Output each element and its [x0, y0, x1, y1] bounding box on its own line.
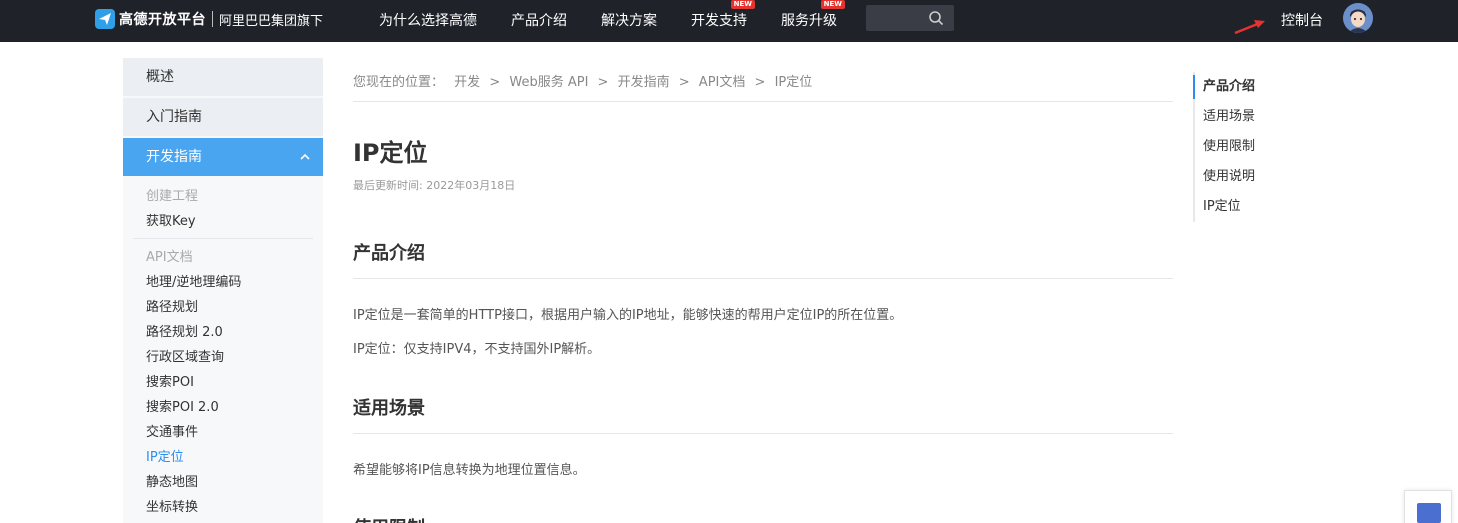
sidebar-group-title-api-docs: API文档: [146, 250, 193, 265]
divider: [353, 433, 1173, 434]
breadcrumb-prefix: 您现在的位置：: [353, 75, 445, 90]
sidebar-subitem-search-poi-2[interactable]: 搜索POI 2.0: [123, 395, 323, 420]
sidebar-subitem-get-key[interactable]: 获取Key: [123, 209, 323, 234]
sidebar-item-label: 开发指南: [146, 149, 202, 165]
section-heading-product-intro: 产品介绍: [353, 243, 425, 264]
nav-dev-support[interactable]: 开发支持 NEW: [691, 0, 755, 30]
chevron-up-icon[interactable]: [299, 151, 311, 163]
sidebar-subitem-district-search[interactable]: 行政区域查询: [123, 345, 323, 370]
toc-item-product-intro[interactable]: 产品介绍: [1193, 72, 1313, 102]
paragraph: IP定位是一套简单的HTTP接口，根据用户输入的IP地址，能够快速的帮用户定位I…: [353, 308, 903, 323]
sidebar-item-overview[interactable]: 概述: [123, 58, 323, 96]
left-sidebar: 概述 入门指南 开发指南 创建工程 获取Key API文档 地理/逆地理编码 路…: [123, 58, 323, 523]
search-input[interactable]: [866, 5, 926, 31]
sidebar-divider: [133, 238, 313, 239]
sidebar-subitem-create-project[interactable]: 创建工程: [123, 184, 323, 209]
toc-item-use-cases[interactable]: 适用场景: [1195, 102, 1313, 132]
nav-why-amap[interactable]: 为什么选择高德: [379, 10, 477, 30]
last-updated: 最后更新时间: 2022年03月18日: [353, 179, 516, 192]
divider: [353, 101, 1173, 102]
new-badge: NEW: [820, 0, 845, 9]
breadcrumb-item-current: IP定位: [774, 75, 813, 90]
search-box: [866, 5, 954, 31]
floating-feedback-widget[interactable]: [1404, 490, 1452, 523]
nav-service-upgrade[interactable]: 服务升级 NEW: [781, 0, 845, 30]
table-of-contents: 产品介绍 适用场景 使用限制 使用说明 IP定位: [1193, 72, 1313, 222]
breadcrumb-item-dev[interactable]: 开发: [454, 75, 480, 90]
breadcrumb-separator: >: [754, 75, 766, 90]
top-navbar: 高德开放平台 阿里巴巴集团旗下 为什么选择高德 产品介绍 解决方案 开发支持 NE…: [0, 0, 1458, 42]
search-icon[interactable]: [928, 10, 944, 26]
sidebar-subitem-route-planning-2[interactable]: 路径规划 2.0: [123, 320, 323, 345]
feedback-icon: [1417, 503, 1441, 523]
new-badge: NEW: [730, 0, 755, 9]
sidebar-subitem-search-poi[interactable]: 搜索POI: [123, 370, 323, 395]
breadcrumb-separator: >: [597, 75, 609, 90]
brand-logo[interactable]: 高德开放平台 阿里巴巴集团旗下: [95, 8, 323, 30]
nav-products[interactable]: 产品介绍: [511, 10, 567, 30]
breadcrumb-item-api-docs[interactable]: API文档: [699, 75, 746, 90]
console-link[interactable]: 控制台: [1281, 10, 1323, 30]
navigation-arrow-icon: [95, 9, 115, 29]
toc-item-usage-limits[interactable]: 使用限制: [1195, 132, 1313, 162]
sidebar-subitem-traffic-events[interactable]: 交通事件: [123, 420, 323, 445]
page-title: IP定位: [353, 139, 428, 167]
sidebar-subitem-coordinate-convert[interactable]: 坐标转换: [123, 495, 323, 520]
sidebar-subitem-static-map[interactable]: 静态地图: [123, 470, 323, 495]
breadcrumb-separator: >: [678, 75, 690, 90]
user-avatar[interactable]: [1343, 3, 1373, 33]
breadcrumb-separator: >: [489, 75, 501, 90]
section-heading-use-cases: 适用场景: [353, 398, 425, 419]
paragraph: 希望能够将IP信息转换为地理位置信息。: [353, 463, 586, 478]
breadcrumb-item-dev-guide[interactable]: 开发指南: [618, 75, 670, 90]
red-arrow-annotation-icon: [1234, 20, 1265, 35]
nav-solutions[interactable]: 解决方案: [601, 10, 657, 30]
sidebar-item-getting-started[interactable]: 入门指南: [123, 98, 323, 136]
divider: [353, 278, 1173, 279]
avatar-face-icon: [1343, 3, 1373, 33]
toc-item-usage-instructions[interactable]: 使用说明: [1195, 162, 1313, 192]
breadcrumb-item-web-api[interactable]: Web服务 API: [509, 75, 588, 90]
paragraph: IP定位：仅支持IPV4，不支持国外IP解析。: [353, 342, 601, 357]
sidebar-subitem-ip-location[interactable]: IP定位: [123, 445, 323, 470]
section-heading-usage-limits: 使用限制: [353, 514, 425, 523]
logo-subtitle: 阿里巴巴集团旗下: [219, 13, 324, 29]
toc-item-ip-location[interactable]: IP定位: [1195, 192, 1313, 222]
sidebar-subitem-route-planning[interactable]: 路径规划: [123, 295, 323, 320]
sidebar-item-dev-guide[interactable]: 开发指南: [123, 138, 323, 176]
breadcrumb: 您现在的位置： 开发 > Web服务 API > 开发指南 > API文档 > …: [353, 71, 812, 90]
logo-divider: [212, 11, 213, 27]
sidebar-subitem-geocoding[interactable]: 地理/逆地理编码: [123, 270, 323, 295]
logo-text: 高德开放平台: [119, 12, 206, 28]
